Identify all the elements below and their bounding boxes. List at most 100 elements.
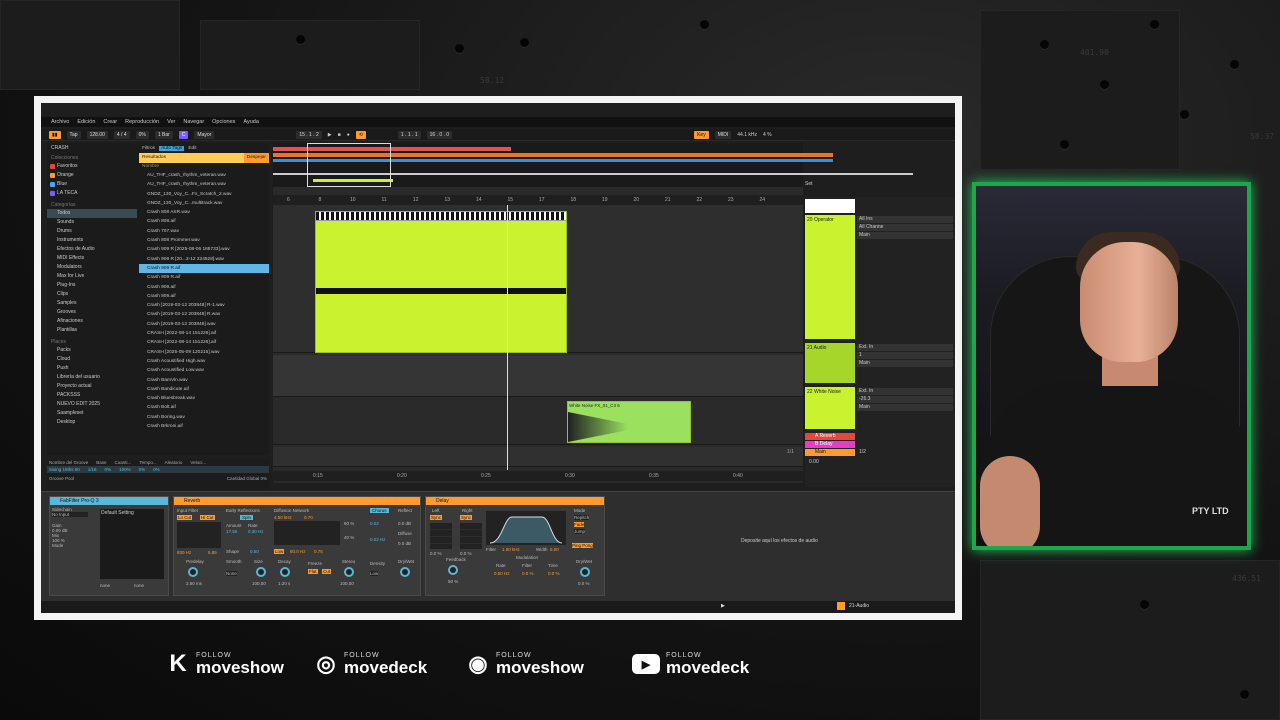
place-item[interactable]: Packs — [47, 346, 137, 355]
filter-display[interactable] — [177, 522, 221, 548]
beat-ruler[interactable]: 6 8 10 11 12 13 14 15 17 18 19 20 21 22 23 24 — [273, 195, 803, 205]
loop-start-field[interactable]: 1 . 1 . 1 — [397, 130, 421, 139]
left-time-grid[interactable] — [430, 523, 452, 549]
clear-filters-button[interactable]: Despejar — [243, 153, 269, 163]
device-reverb[interactable]: Reverb Input Filter Lo Cut Hi Cut 830 Hz… — [173, 496, 421, 596]
tempo-field[interactable]: 128.00 — [86, 130, 108, 139]
file-item[interactable]: Crash Bandicute.aif — [139, 385, 269, 394]
category-item[interactable]: Todos — [47, 209, 137, 218]
set-label[interactable]: Set — [805, 181, 813, 187]
file-item[interactable]: Crash 909.aif — [139, 292, 269, 301]
track-lane-white-noise[interactable] — [273, 399, 803, 445]
place-item[interactable]: Push — [47, 364, 137, 373]
place-item[interactable]: PACKSSS — [47, 391, 137, 400]
diffusion-display[interactable] — [274, 521, 340, 545]
hf-value[interactable]: 4.50 kHz — [274, 515, 292, 520]
time-ruler[interactable]: 0:15 0:20 0:25 0:30 0:35 0:40 — [273, 471, 803, 481]
browser-search-query[interactable]: CRASH — [51, 145, 137, 151]
menu-navegar[interactable]: Navegar — [183, 119, 204, 125]
return-b[interactable]: B Delay — [805, 441, 855, 448]
groove-column-header[interactable]: Tempo... — [139, 460, 156, 465]
file-item[interactable]: Crash 909 R.aif — [139, 273, 269, 282]
social-kick[interactable]: K FOLLOW moveshow — [166, 648, 284, 680]
file-item[interactable]: Crash Brkroni.aif — [139, 422, 269, 431]
collection-item[interactable]: Orange — [47, 171, 137, 180]
key-map-button[interactable]: Key — [694, 130, 709, 139]
mapping-none[interactable]: none — [100, 583, 110, 588]
repitch-button[interactable]: Repitch — [574, 515, 590, 520]
place-item[interactable]: Proyecto actual — [47, 382, 137, 391]
file-item[interactable]: Crash Bolt.aif — [139, 403, 269, 412]
input-select[interactable]: All Ins — [857, 216, 953, 223]
amount-value[interactable]: 17.50 — [226, 529, 237, 534]
menu-ver[interactable]: Ver — [167, 119, 175, 125]
main-value[interactable]: 0.00 — [809, 459, 819, 465]
predelay-value[interactable]: 2.50 ms — [186, 581, 202, 586]
file-item[interactable]: CRASH [2022-08-14 151226].aif — [139, 329, 269, 338]
track-lane-audio[interactable] — [273, 355, 803, 397]
menu-crear[interactable]: Crear — [103, 119, 117, 125]
edit-tags-button[interactable]: Edit — [188, 146, 196, 151]
flat-toggle[interactable]: Flat — [308, 569, 318, 574]
file-item[interactable]: GNDZ_130_Voy_C...multitrack.wav — [139, 199, 269, 208]
menu-ayuda[interactable]: Ayuda — [243, 119, 259, 125]
hf-damp-value[interactable]: 0.70 — [304, 515, 313, 520]
file-item[interactable]: Crash 808 Prommer.wav — [139, 236, 269, 245]
groove-cell[interactable]: 1/16 — [88, 467, 97, 472]
overview-strip[interactable] — [273, 143, 913, 187]
lo-cut-toggle[interactable]: Lo Cut — [177, 515, 193, 520]
device-title[interactable]: Delay — [426, 497, 604, 505]
place-item[interactable]: Cloud — [47, 355, 137, 364]
category-item[interactable]: Clips — [47, 290, 137, 299]
loop-length-field[interactable]: 16 . 0 . 0 — [426, 130, 453, 139]
jump-button[interactable]: Jump — [574, 529, 586, 534]
filter-freq[interactable]: 830 Hz — [177, 550, 191, 555]
input-select[interactable]: Ext. In — [857, 344, 953, 351]
menu-opciones[interactable]: Opciones — [212, 119, 235, 125]
groove-column-header[interactable]: Veloci... — [190, 460, 206, 465]
channel-select[interactable]: 1 — [857, 352, 953, 359]
shape-value[interactable]: 0.50 — [250, 549, 259, 554]
device-drop-zone[interactable]: Deposite aquí los efectos de audio — [741, 538, 818, 544]
file-item[interactable]: Crash 909 R [2025-08-06 165733].wav — [139, 245, 269, 254]
category-item[interactable]: Samples — [47, 299, 137, 308]
mod-filter-value[interactable]: 0.0 % — [522, 571, 534, 576]
main-track[interactable]: Main — [805, 449, 855, 456]
file-item[interactable]: Crash [2019-03-12 203848].wav — [139, 320, 269, 329]
width-value[interactable]: 8.00 — [550, 547, 559, 552]
master-slot[interactable] — [805, 199, 855, 213]
file-item[interactable]: AU_THF_crash_rhythm_veteran.wav — [139, 171, 269, 180]
preset-name[interactable]: Default Setting — [100, 509, 164, 517]
file-item[interactable]: Crash Acoustified High.wav — [139, 357, 269, 366]
smooth-select[interactable]: None — [226, 571, 237, 576]
scale-select[interactable]: Mayor — [194, 130, 215, 139]
device-title[interactable]: FabFilter Pro-Q 3 — [50, 497, 168, 505]
output-select[interactable]: Main — [857, 232, 953, 239]
mod-rate-value[interactable]: 0.50 Hz — [494, 571, 510, 576]
file-item[interactable]: Crash 909 R.aif — [139, 263, 269, 274]
right-sync-toggle[interactable]: Sync — [460, 515, 473, 520]
groove-cell[interactable]: 100% — [119, 467, 131, 472]
category-item[interactable]: Sounds — [47, 218, 137, 227]
midi-map-button[interactable]: MIDI — [714, 130, 732, 139]
file-item[interactable]: Crash Acoustified Low.wav — [139, 366, 269, 375]
audio-clip-white-noise[interactable]: White Noise FX_01_C3 6 — [567, 401, 691, 443]
menu-reproduccion[interactable]: Reproducción — [125, 119, 159, 125]
file-item[interactable]: AU_THF_crash_rhythm_veteran.wav — [139, 180, 269, 189]
stop-icon[interactable]: ■ — [338, 132, 341, 138]
collection-item[interactable]: LA TECA — [47, 189, 137, 198]
decay-value[interactable]: 1.20 s — [278, 581, 290, 586]
name-column-header[interactable]: Nombre — [139, 163, 269, 171]
groove-column-header[interactable]: Aleatorio — [165, 460, 183, 465]
groove-cell[interactable]: 0% — [153, 467, 160, 472]
hi-cut-toggle[interactable]: Hi Cut — [200, 515, 215, 520]
place-item[interactable]: Saampleset — [47, 409, 137, 418]
menu-edicion[interactable]: Edición — [77, 119, 95, 125]
category-item[interactable]: MIDI Effects — [47, 254, 137, 263]
return-a[interactable]: A Reverb — [805, 433, 855, 440]
category-item[interactable]: Efectos de Audio — [47, 245, 137, 254]
spin-toggle[interactable]: Spin — [240, 515, 254, 520]
drywet-value[interactable]: 0.0 % — [578, 581, 590, 586]
groove-column-header[interactable]: Nombre del Groove — [49, 460, 88, 465]
sidechain-select[interactable]: No Input — [52, 512, 88, 517]
